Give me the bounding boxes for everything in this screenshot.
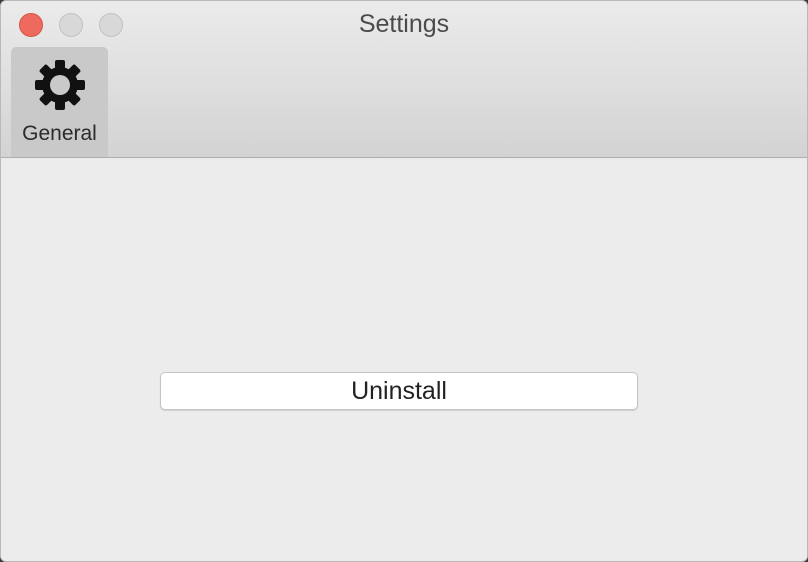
settings-window: Settings General Uninstall <box>0 0 808 562</box>
uninstall-button[interactable]: Uninstall <box>160 372 638 410</box>
toolbar-item-label: General <box>22 122 97 145</box>
gear-icon <box>35 60 85 110</box>
toolbar-item-general[interactable]: General <box>11 47 108 157</box>
window-title: Settings <box>358 10 450 38</box>
title-bar: Settings General <box>1 1 807 158</box>
settings-content: Uninstall <box>1 158 807 561</box>
